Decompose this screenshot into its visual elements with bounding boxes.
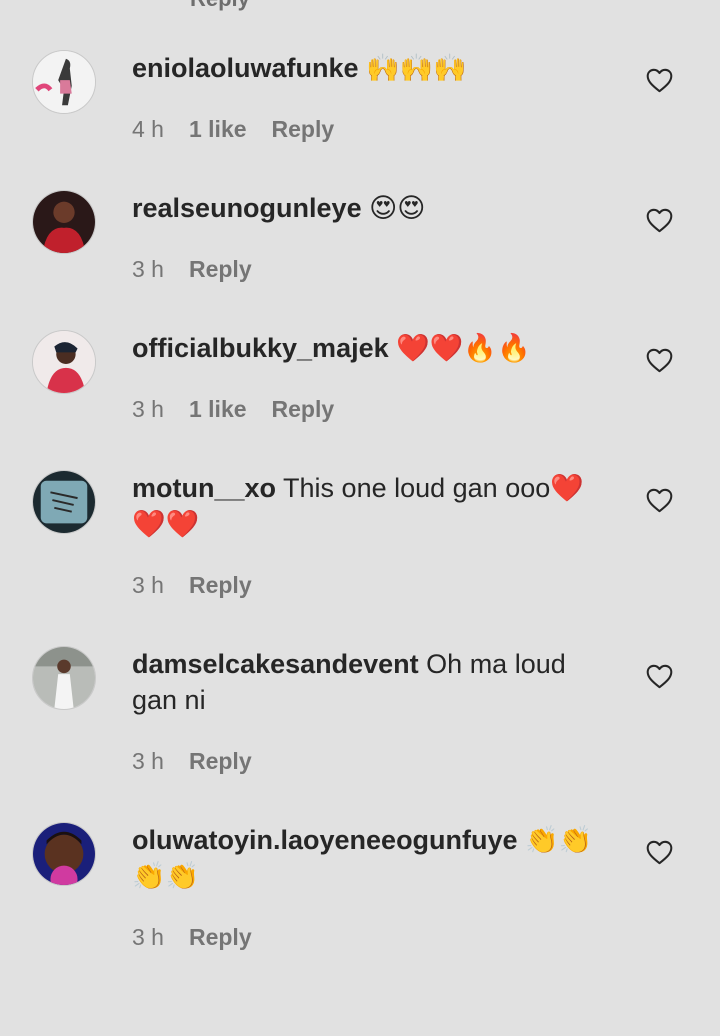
avatar[interactable] (32, 822, 96, 886)
comments-list: Reply eniolaoluwafunke 🙌🙌🙌 4 h 1 like Re… (0, 0, 720, 1036)
comment-time: 3 h (132, 571, 164, 598)
comment-time: 4 h (132, 115, 164, 142)
comment-username[interactable]: oluwatoyin.laoyeneeogunfuye (132, 825, 518, 855)
previous-reply-button[interactable]: Reply (190, 0, 250, 12)
comment-username[interactable]: realseunogunleye (132, 193, 362, 223)
comment-username[interactable]: officialbukky_majek (132, 333, 389, 363)
comment-username[interactable]: damselcakesandevent (132, 649, 419, 679)
reply-button[interactable]: Reply (189, 748, 252, 775)
reply-button[interactable]: Reply (272, 116, 335, 143)
comment-text: ❤️❤️🔥🔥 (388, 333, 531, 363)
comment-meta: 3 h 1 like Reply (132, 394, 334, 424)
comment-meta: 3 h Reply (132, 254, 252, 284)
comment-meta: 3 h Reply (132, 746, 252, 776)
comment-body: motun__xo This one loud gan ooo❤️❤️❤️ (132, 470, 602, 542)
comment-body: oluwatoyin.laoyeneeogunfuye 👏👏👏👏 (132, 822, 602, 894)
reply-button[interactable]: Reply (189, 256, 252, 283)
comment-likes[interactable]: 1 like (189, 116, 247, 143)
like-heart-icon[interactable] (646, 68, 673, 93)
reply-button[interactable]: Reply (272, 396, 335, 423)
like-heart-icon[interactable] (646, 348, 673, 373)
avatar[interactable] (32, 646, 96, 710)
comment-time: 3 h (132, 395, 164, 422)
like-heart-icon[interactable] (646, 208, 673, 233)
avatar[interactable] (32, 470, 96, 534)
comment-body: realseunogunleye 😍😍 (132, 190, 602, 226)
comment-meta: 3 h Reply (132, 570, 252, 600)
comment-username[interactable]: motun__xo (132, 473, 276, 503)
like-heart-icon[interactable] (646, 488, 673, 513)
comment-meta: 3 h Reply (132, 922, 252, 952)
avatar[interactable] (32, 50, 96, 114)
comment-body: damselcakesandevent Oh ma loud gan ni (132, 646, 602, 718)
like-heart-icon[interactable] (646, 664, 673, 689)
reply-button[interactable]: Reply (189, 572, 252, 599)
comment-time: 3 h (132, 255, 164, 282)
comment-text: 😍😍 (361, 193, 426, 223)
comment-username[interactable]: eniolaoluwafunke (132, 53, 359, 83)
comment-body: eniolaoluwafunke 🙌🙌🙌 (132, 50, 602, 86)
comment-text: 🙌🙌🙌 (358, 53, 467, 83)
comment-body: officialbukky_majek ❤️❤️🔥🔥 (132, 330, 602, 366)
comment-meta: 4 h 1 like Reply (132, 114, 334, 144)
comment-time: 3 h (132, 747, 164, 774)
comment-time: 3 h (132, 923, 164, 950)
avatar[interactable] (32, 190, 96, 254)
avatar[interactable] (32, 330, 96, 394)
reply-button[interactable]: Reply (189, 924, 252, 951)
comment-likes[interactable]: 1 like (189, 396, 247, 423)
like-heart-icon[interactable] (646, 840, 673, 865)
